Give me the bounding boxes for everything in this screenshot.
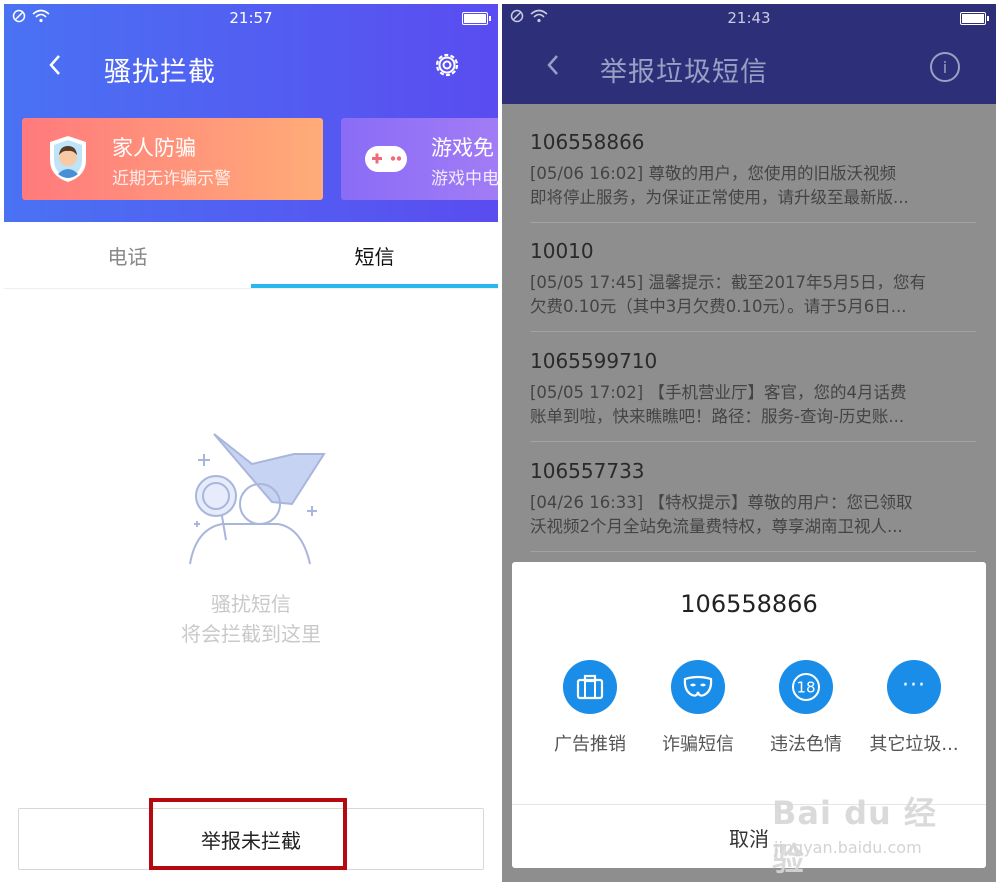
header-banner: 21:57 骚扰拦截 家人防骗 近期无诈骗示警 游戏免 游戏中电 [4,4,498,222]
list-item[interactable]: 1065599710 [05/05 17:02] 【手机营业厅】客官，您的4月话… [530,333,976,442]
list-item[interactable]: 10010 [05/05 17:45] 温馨提示：截至2017年5月5日，您有欠… [530,223,976,332]
option-label: 广告推销 [554,734,626,755]
preview-line: [05/06 16:02] 尊敬的用户，您使用的旧版沃视频 [530,164,896,183]
list-item[interactable]: 106557733 [04/26 16:33] 【特权提示】尊敬的用户：您已领取… [530,443,976,552]
family-antifraud-card[interactable]: 家人防骗 近期无诈骗示警 [22,118,323,200]
option-advertising[interactable]: 广告推销 [538,660,642,756]
gamepad-icon [365,146,407,172]
preview-line: 即将停止服务，为保证正常使用，请升级至最新版... [530,188,909,207]
message-preview: [05/06 16:02] 尊敬的用户，您使用的旧版沃视频 即将停止服务，为保证正… [530,162,976,210]
card-subtitle: 近期无诈骗示警 [112,169,231,189]
shield-avatar-icon [50,136,86,182]
more-glyph: ··· [902,672,926,698]
battery-icon [462,12,491,25]
option-label: 其它垃圾... [869,734,959,755]
option-label: 诈骗短信 [662,734,734,755]
briefcase-icon [563,660,617,714]
message-preview: [05/05 17:45] 温馨提示：截至2017年5月5日，您有 欠费0.10元… [530,271,976,319]
sheet-number: 106558866 [680,590,818,618]
preview-line: [04/26 16:33] 【特权提示】尊敬的用户：您已领取 [530,493,913,512]
info-icon[interactable]: i [930,52,960,82]
back-button[interactable] [538,50,568,80]
preview-line: 账单到啦，快来瞧瞧吧！路径：服务-查询-历史账... [530,407,905,426]
eighteen-icon: 18 [779,660,833,714]
list-item[interactable]: 106558866 [05/06 16:02] 尊敬的用户，您使用的旧版沃视频即… [530,114,976,223]
chevron-left-icon [49,55,60,75]
option-label: 违法色情 [770,734,842,755]
preview-line: 沃视频2个月全站免流量费特权，尊享湖南卫视人... [530,517,903,536]
tab-bar: 电话 短信 [4,222,498,289]
empty-state-subtitle: 将会拦截到这里 [181,622,321,646]
eighteen-glyph: 18 [796,679,815,697]
watermark: Bai du 经验 jingyan.baidu.com [772,788,962,878]
status-bar: 21:57 [4,4,498,32]
tab-phone[interactable]: 电话 [4,222,251,288]
more-icon: ··· [887,660,941,714]
settings-button[interactable] [432,50,462,80]
empty-state-illustration [189,433,326,565]
preview-line: 欠费0.10元（其中3月欠费0.10元）。请于5月6日... [530,297,907,316]
sender-number: 106557733 [530,459,645,483]
option-adult[interactable]: 18 违法色情 [754,660,858,756]
game-card[interactable]: 游戏免 游戏中电 [341,118,498,200]
message-preview: [04/26 16:33] 【特权提示】尊敬的用户：您已领取 沃视频2个月全站免流… [530,491,976,539]
card-title: 家人防骗 [112,136,196,160]
tab-sms[interactable]: 短信 [251,222,498,288]
status-bar: 21:43 [502,4,996,32]
page-title: 骚扰拦截 [104,57,216,88]
highlight-box [149,798,347,870]
active-tab-indicator [251,284,498,288]
back-button[interactable] [40,50,70,80]
status-time: 21:57 [229,9,273,27]
option-fraud[interactable]: 诈骗短信 [646,660,750,756]
left-screen: 21:57 骚扰拦截 家人防骗 近期无诈骗示警 游戏免 游戏中电 电话 短信 骚… [4,4,498,882]
battery-icon [960,12,989,25]
page-title: 举报垃圾短信 [600,57,768,88]
sender-number: 106558866 [530,130,645,154]
preview-line: [05/05 17:02] 【手机营业厅】客官，您的4月话费 [530,383,907,402]
card-title: 游戏免 [431,136,494,160]
option-other[interactable]: ··· 其它垃圾... [862,660,966,756]
status-time: 21:43 [727,9,771,27]
message-preview: [05/05 17:02] 【手机营业厅】客官，您的4月话费 账单到啦，快来瞧瞧吧… [530,381,976,429]
empty-state-title: 骚扰短信 [211,592,291,616]
right-screen: 21:43 举报垃圾短信 i 106558866 [05/06 16:02] 尊… [502,4,996,882]
header-bar: 21:43 举报垃圾短信 i [502,4,996,104]
nav-bar: 骚扰拦截 [4,40,498,96]
nav-bar: 举报垃圾短信 i [502,40,996,96]
sender-number: 1065599710 [530,349,658,373]
sender-number: 10010 [530,239,594,263]
card-subtitle: 游戏中电 [431,169,498,189]
watermark-brand: Bai du 经验 [772,794,937,878]
gear-icon [435,53,459,77]
preview-line: [05/05 17:45] 温馨提示：截至2017年5月5日，您有 [530,273,926,292]
watermark-url: jingyan.baidu.com [774,838,922,857]
chevron-left-icon [547,55,558,75]
mask-icon [671,660,725,714]
